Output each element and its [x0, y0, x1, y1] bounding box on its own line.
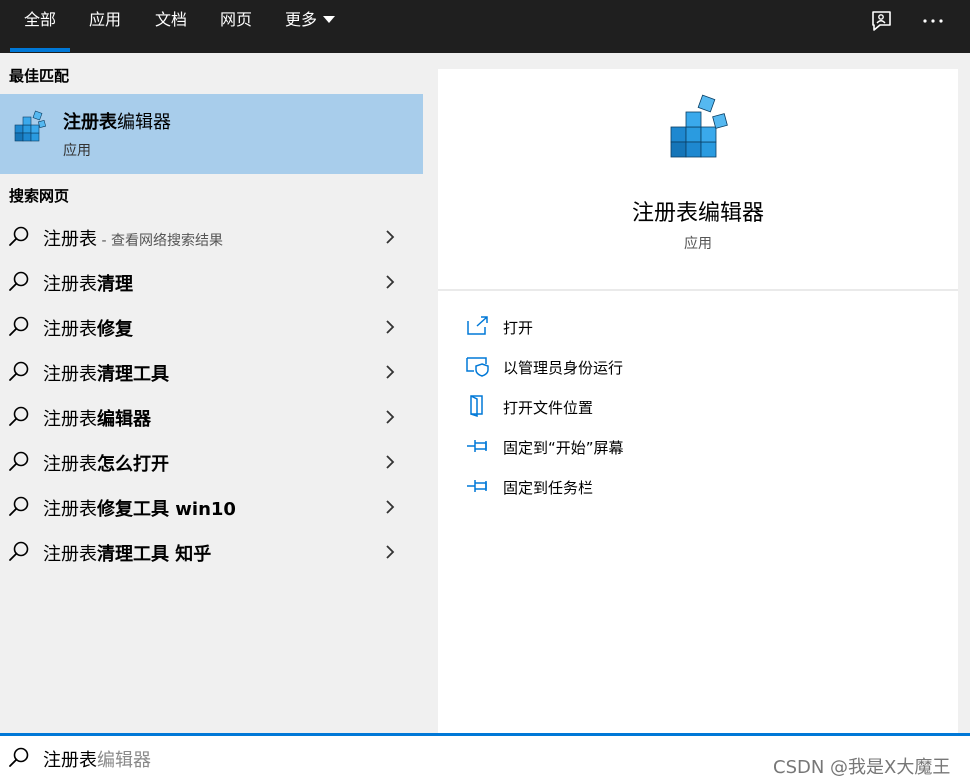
web-suggestion-text: 注册表清理 — [43, 270, 133, 296]
web-suggestion-text: 注册表怎么打开 — [43, 450, 169, 476]
web-suggestion-item[interactable]: 注册表编辑器 — [0, 394, 423, 439]
suggestion-prefix: 注册表 — [43, 229, 97, 250]
suggestion-prefix: 注册表 — [43, 499, 97, 520]
web-search-heading: 搜索网页 — [9, 187, 70, 205]
web-suggestion-text: 注册表清理工具 知乎 — [43, 540, 211, 566]
action-pin-to-taskbar-label: 固定到任务栏 — [503, 479, 594, 497]
suggestion-prefix: 注册表 — [43, 274, 97, 295]
tab-web-label: 网页 — [220, 10, 253, 29]
web-suggestion-text: 注册表清理工具 — [43, 360, 169, 386]
action-pin-to-start-label: 固定到“开始”屏幕 — [503, 439, 624, 457]
best-match-name-rest: 编辑器 — [117, 112, 171, 133]
suggestion-prefix: 注册表 — [43, 544, 97, 565]
registry-editor-icon — [670, 94, 728, 158]
suggestion-completion: 修复 — [97, 319, 133, 340]
chevron-right-icon[interactable] — [383, 409, 397, 425]
tab-all-label: 全部 — [24, 10, 57, 29]
feedback-icon[interactable] — [868, 8, 894, 34]
action-open-file-location-label: 打开文件位置 — [503, 399, 594, 417]
web-suggestion-item[interactable]: 注册表修复工具 win10 — [0, 484, 423, 529]
web-suggestion-item[interactable]: 注册表清理工具 — [0, 349, 423, 394]
search-icon — [9, 361, 29, 381]
top-tab-bar: 全部 应用 文档 网页 更多 — [0, 0, 970, 53]
watermark: CSDN @我是X大魔王 — [773, 757, 951, 778]
web-suggestion-item[interactable]: 注册表修复 — [0, 304, 423, 349]
action-run-as-admin-label: 以管理员身份运行 — [503, 359, 624, 377]
chevron-right-icon[interactable] — [383, 544, 397, 560]
tab-more-label: 更多 — [285, 10, 318, 29]
tab-web[interactable]: 网页 — [220, 0, 252, 53]
tab-apps[interactable]: 应用 — [89, 0, 121, 53]
active-tab-indicator — [10, 48, 71, 52]
suggestion-prefix: 注册表 — [43, 319, 97, 340]
web-suggestion-item[interactable]: 注册表 - 查看网络搜索结果 — [0, 214, 423, 259]
web-suggestion-text: 注册表修复 — [43, 315, 133, 341]
pin-start-icon — [467, 440, 487, 452]
more-options-icon[interactable] — [920, 8, 946, 34]
chevron-right-icon[interactable] — [383, 364, 397, 380]
action-open[interactable]: 打开 — [466, 311, 946, 343]
suggestion-prefix: 注册表 — [43, 364, 97, 385]
chevron-right-icon[interactable] — [383, 319, 397, 335]
best-match-name: 注册表编辑器 — [63, 108, 171, 134]
web-suggestion-item[interactable]: 注册表清理 — [0, 259, 423, 304]
web-suggestion-text: 注册表修复工具 win10 — [43, 495, 236, 521]
chevron-right-icon[interactable] — [383, 454, 397, 470]
search-autocomplete-text: 编辑器 — [97, 750, 151, 771]
suggestion-prefix: 注册表 — [43, 409, 97, 430]
search-icon — [9, 451, 29, 471]
suggestion-completion: 清理工具 — [97, 364, 169, 385]
detail-panel: 注册表编辑器 应用 打开 以管理员身份运行 打开文件位置 固定到“开始”屏幕 固… — [438, 69, 958, 733]
action-pin-to-start[interactable]: 固定到“开始”屏幕 — [466, 431, 946, 463]
search-icon — [9, 271, 29, 291]
suggestion-completion: 怎么打开 — [97, 454, 169, 475]
search-icon — [9, 316, 29, 336]
best-match-type: 应用 — [63, 143, 91, 159]
chevron-right-icon[interactable] — [383, 499, 397, 515]
pin-taskbar-icon — [467, 480, 487, 492]
search-input[interactable]: 注册表编辑器 — [43, 746, 151, 772]
caret-down-icon — [323, 16, 336, 23]
tab-documents-label: 文档 — [155, 10, 188, 29]
detail-title: 注册表编辑器 — [631, 201, 764, 226]
tab-documents[interactable]: 文档 — [155, 0, 187, 53]
web-suggestion-text: 注册表编辑器 — [43, 405, 151, 431]
action-pin-to-taskbar[interactable]: 固定到任务栏 — [466, 471, 946, 503]
tab-more[interactable]: 更多 — [285, 0, 336, 53]
tab-all[interactable]: 全部 — [10, 0, 71, 53]
web-suggestion-item[interactable]: 注册表清理工具 知乎 — [0, 529, 423, 574]
chevron-right-icon[interactable] — [383, 274, 397, 290]
run-as-admin-icon — [466, 357, 489, 377]
action-open-file-location[interactable]: 打开文件位置 — [466, 391, 946, 423]
results-panel: 最佳匹配 注册表编辑器 应用 搜索网页 注册表 - 查看网络搜索结果 注册表清理注… — [0, 53, 423, 733]
file-location-icon — [470, 395, 483, 417]
open-icon — [467, 316, 488, 335]
best-match-heading: 最佳匹配 — [9, 67, 70, 85]
tab-apps-label: 应用 — [89, 10, 122, 29]
suggestion-prefix: 注册表 — [43, 454, 97, 475]
detail-subtitle: 应用 — [684, 236, 712, 252]
best-match-item[interactable]: 注册表编辑器 应用 — [0, 94, 423, 174]
chevron-right-icon[interactable] — [383, 229, 397, 245]
detail-divider — [438, 289, 958, 291]
suggestion-completion: 清理 — [97, 274, 133, 295]
search-icon — [9, 496, 29, 516]
best-match-name-bold: 注册表 — [63, 112, 117, 133]
suggestion-completion: 编辑器 — [97, 409, 151, 430]
action-run-as-admin[interactable]: 以管理员身份运行 — [466, 351, 946, 383]
suggestion-completion: 修复工具 win10 — [97, 499, 236, 520]
registry-editor-icon — [14, 110, 47, 142]
search-icon — [9, 226, 29, 246]
action-open-label: 打开 — [503, 319, 534, 337]
web-suggestion-text: 注册表 - 查看网络搜索结果 — [43, 225, 223, 251]
search-typed-text: 注册表 — [43, 750, 97, 771]
suggestion-hint: - 查看网络搜索结果 — [97, 233, 223, 249]
search-icon — [9, 406, 29, 426]
suggestion-completion: 清理工具 知乎 — [97, 544, 212, 565]
web-suggestion-item[interactable]: 注册表怎么打开 — [0, 439, 423, 484]
search-icon — [9, 747, 29, 767]
search-icon — [9, 541, 29, 561]
search-bar[interactable]: 注册表编辑器 CSDN @我是X大魔王 — [0, 733, 970, 780]
